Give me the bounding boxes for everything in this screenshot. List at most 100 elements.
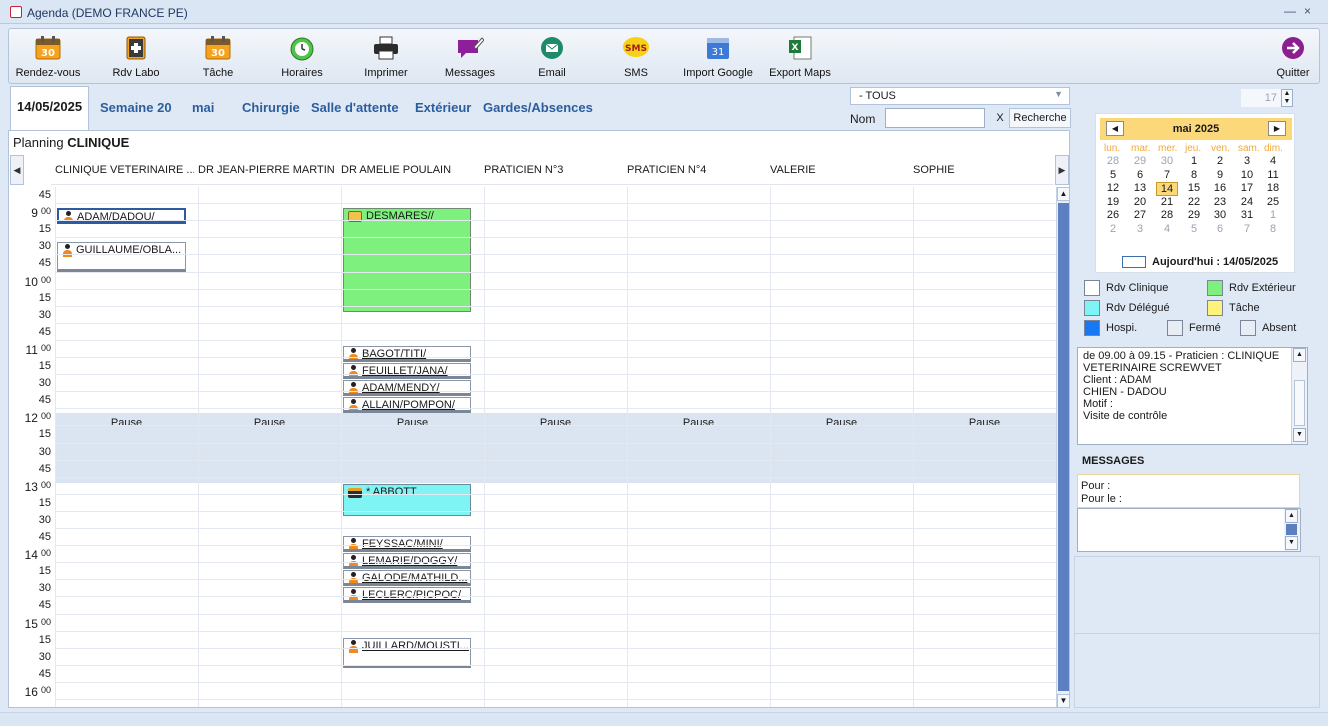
close-button[interactable]: × [1304,4,1311,18]
tab-guards-absences[interactable]: Gardes/Absences [483,100,593,115]
column-header[interactable]: DR AMELIE POULAIN [337,153,480,185]
calendar-day[interactable]: 23 [1209,196,1231,208]
calendar-day[interactable]: 20 [1129,196,1151,208]
scroll-up-icon[interactable]: ▲ [1057,187,1069,201]
rendez-vous-button[interactable]: 30 Rendez-vous [13,33,83,81]
calendar-day[interactable]: 12 [1102,182,1124,194]
appointment-adam-dadou[interactable]: ADAM/DADOU/ [57,208,186,224]
tab-day[interactable]: 14/05/2025 [10,86,90,130]
calendar-day[interactable]: 29 [1129,155,1151,167]
previous-columns-button[interactable]: ◀ [10,155,24,185]
nom-search-input[interactable] [885,108,985,128]
calendar-day[interactable]: 29 [1183,209,1205,221]
calendar-day[interactable]: 4 [1262,155,1284,167]
search-button[interactable]: Recherche [1009,108,1071,128]
scroll-down-icon[interactable]: ▼ [1285,536,1298,550]
column-header[interactable]: PRATICIEN N°3 [480,153,623,185]
calendar-day[interactable]: 1 [1183,155,1205,167]
appointment-detail-box[interactable]: de 09.00 à 09.15 - Praticien : CLINIQUE … [1077,347,1308,445]
calendar-day[interactable]: 7 [1236,223,1258,235]
calendar-day[interactable]: 30 [1209,209,1231,221]
calendar-day[interactable]: 15 [1183,182,1205,194]
calendar-day[interactable]: 10 [1236,169,1258,181]
calendar-day[interactable]: 11 [1262,169,1284,181]
message-scrollbar[interactable]: ▲ ▼ [1284,509,1300,551]
scroll-thumb[interactable] [1286,524,1297,535]
practitioner-filter-select[interactable]: - TOUS ▼ [850,87,1070,105]
column-header[interactable]: SOPHIE [909,153,1054,185]
calendar-day[interactable]: 7 [1156,169,1178,181]
calendar-day[interactable]: 19 [1102,196,1124,208]
appointment-feyssac-mini[interactable]: FEYSSAC/MINI/ [343,536,471,552]
calendar-day[interactable]: 28 [1156,209,1178,221]
calendar-day[interactable]: 27 [1129,209,1151,221]
appointment-adam-mendy[interactable]: ADAM/MENDY/ [343,380,471,396]
scroll-down-icon[interactable]: ▼ [1293,428,1306,442]
spin-value[interactable]: 17 [1241,89,1281,107]
quit-button[interactable]: Quitter [1267,33,1319,81]
scroll-down-icon[interactable]: ▼ [1057,694,1069,707]
tab-week[interactable]: Semaine 20 [100,100,172,115]
calendar-day[interactable]: 31 [1236,209,1258,221]
planning-vertical-scrollbar[interactable]: ▲ ▼ [1056,187,1069,707]
spin-control[interactable]: 17 ▲ ▼ [1213,89,1293,107]
calendar-day[interactable]: 13 [1129,182,1151,194]
tab-outside[interactable]: Extérieur [415,100,471,115]
column-header[interactable]: CLINIQUE VETERINAIRE ... [51,153,194,185]
calendar-day[interactable]: 28 [1102,155,1124,167]
messages-button[interactable]: Messages [435,33,505,81]
calendar-day[interactable]: 18 [1262,182,1284,194]
calendar-day[interactable]: 16 [1209,182,1231,194]
imprimer-button[interactable]: Imprimer [351,33,421,81]
calendar-day[interactable]: 1 [1262,209,1284,221]
calendar-day[interactable]: 2 [1209,155,1231,167]
calendar-day[interactable]: 22 [1183,196,1205,208]
appointment-juillard-mousti[interactable]: JUILLARD/MOUSTI... [343,638,471,668]
calendar-day[interactable]: 4 [1156,223,1178,235]
next-columns-button[interactable]: ▶ [1055,155,1069,185]
calendar-day[interactable]: 25 [1262,196,1284,208]
calendar-day[interactable]: 24 [1236,196,1258,208]
email-button[interactable]: Email [517,33,587,81]
calendar-day[interactable]: 5 [1102,169,1124,181]
clear-search-button[interactable]: X [990,108,1010,128]
tache-button[interactable]: 30 Tâche [183,33,253,81]
calendar-day[interactable]: 6 [1209,223,1231,235]
calendar-day[interactable]: 8 [1262,223,1284,235]
detail-scrollbar[interactable]: ▲ ▼ [1291,348,1307,444]
horaires-button[interactable]: Horaires [267,33,337,81]
calendar-day[interactable]: 14 [1156,182,1178,196]
scroll-up-icon[interactable]: ▲ [1293,348,1306,362]
spin-arrows-icon[interactable]: ▲ ▼ [1281,89,1293,107]
calendar-day[interactable]: 5 [1183,223,1205,235]
calendar-day[interactable]: 17 [1236,182,1258,194]
tab-surgery[interactable]: Chirurgie [242,100,300,115]
tab-month[interactable]: mai [192,100,214,115]
sms-button[interactable]: SMS SMS [601,33,671,81]
scroll-thumb[interactable] [1058,203,1069,691]
calendar-day[interactable]: 26 [1102,209,1124,221]
calendar-day[interactable]: 3 [1236,155,1258,167]
appointment-allain-pompon[interactable]: ALLAIN/POMPON/ [343,397,471,413]
calendar-day[interactable]: 6 [1129,169,1151,181]
calendar-day[interactable]: 2 [1102,223,1124,235]
import-google-button[interactable]: 31 Import Google [677,33,759,81]
column-header[interactable]: DR JEAN-PIERRE MARTIN [194,153,337,185]
column-header[interactable]: VALERIE [766,153,909,185]
tab-waiting-room[interactable]: Salle d'attente [311,100,399,115]
appointment-guillaume-obla[interactable]: GUILLAUME/OBLA... [57,242,186,272]
appointment-desmares[interactable]: DESMARES// [343,208,471,312]
calendar-day[interactable]: 9 [1209,169,1231,181]
calendar-day[interactable]: 21 [1156,196,1178,208]
export-maps-button[interactable]: X Export Maps [761,33,839,81]
scroll-up-icon[interactable]: ▲ [1285,509,1298,523]
message-text-area[interactable]: ▲ ▼ [1077,508,1301,552]
calendar-day[interactable]: 8 [1183,169,1205,181]
appointment-leclerc-picpoc[interactable]: LECLERC/PICPOC/ [343,587,471,603]
appointment-feuillet-jana[interactable]: FEUILLET/JANA/ [343,363,471,379]
rdv-labo-button[interactable]: Rdv Labo [101,33,171,81]
calendar-prev-button[interactable]: ◀ [1106,121,1124,136]
appointment-bagot-titi[interactable]: BAGOT/TITI/ [343,346,471,362]
calendar-day[interactable]: 3 [1129,223,1151,235]
column-header[interactable]: PRATICIEN N°4 [623,153,766,185]
